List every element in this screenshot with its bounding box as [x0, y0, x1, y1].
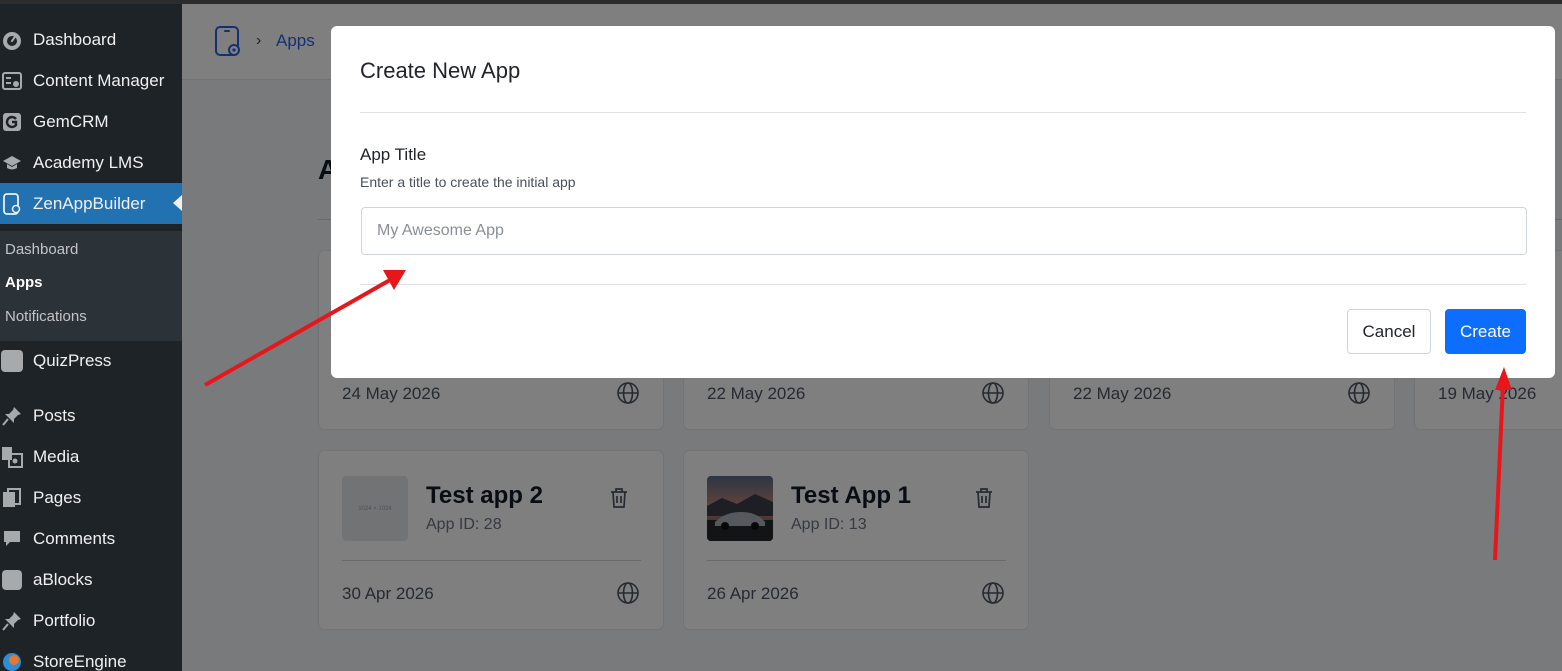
cancel-button[interactable]: Cancel [1347, 309, 1431, 354]
submenu-item-dashboard[interactable]: Dashboard [5, 241, 78, 258]
sidebar-item-media[interactable]: Media [0, 436, 182, 477]
sidebar-item-label: Portfolio [33, 610, 96, 630]
sidebar-item-label: Academy LMS [33, 152, 144, 172]
sidebar-item-storeengine[interactable]: StoreEngine [0, 641, 182, 671]
pages-icon [1, 487, 23, 509]
divider [360, 284, 1526, 285]
sidebar-item-content-manager[interactable]: Content Manager [0, 60, 182, 101]
admin-sidebar: Dashboard Content Manager GemCRM Academy… [0, 4, 182, 671]
sidebar-item-label: Content Manager [33, 70, 165, 90]
modal-title: Create New App [360, 58, 521, 83]
sidebar-item-label: Dashboard [33, 29, 117, 49]
sidebar-item-label: Comments [33, 528, 116, 548]
submenu-item-notifications[interactable]: Notifications [5, 308, 87, 325]
graduation-cap-icon [1, 152, 23, 174]
ablocks-icon [1, 569, 23, 591]
sidebar-item-label: QuizPress [33, 350, 112, 370]
sidebar-item-comments[interactable]: Comments [0, 518, 182, 559]
sidebar-item-ablocks[interactable]: aBlocks [0, 559, 182, 600]
sidebar-item-label: aBlocks [33, 569, 93, 589]
pin-icon [1, 405, 23, 427]
gemcrm-icon [1, 111, 23, 133]
content-manager-icon [1, 70, 23, 92]
storeengine-icon [1, 651, 23, 671]
sidebar-item-academy-lms[interactable]: Academy LMS [0, 142, 182, 183]
divider [360, 112, 1526, 113]
sidebar-item-pages[interactable]: Pages [0, 477, 182, 518]
sidebar-item-posts[interactable]: Posts [0, 395, 182, 436]
sidebar-item-label: ZenAppBuilder [33, 193, 146, 213]
sidebar-item-quizpress[interactable]: QuizPress [0, 340, 182, 381]
sidebar-item-label: Media [33, 446, 80, 466]
sidebar-item-gemcrm[interactable]: GemCRM [0, 101, 182, 142]
create-button[interactable]: Create [1445, 309, 1526, 354]
app-title-help-text: Enter a title to create the initial app [360, 174, 576, 190]
app-builder-icon [1, 192, 23, 215]
quizpress-icon [1, 349, 23, 372]
app-title-label: App Title [360, 145, 427, 164]
app-title-input[interactable] [361, 207, 1527, 255]
submenu-item-apps[interactable]: Apps [5, 274, 43, 291]
sidebar-item-dashboard[interactable]: Dashboard [0, 19, 182, 60]
sidebar-item-label: StoreEngine [33, 651, 127, 671]
media-icon [1, 446, 23, 468]
sidebar-item-portfolio[interactable]: Portfolio [0, 600, 182, 641]
dashboard-icon [1, 29, 23, 51]
sidebar-item-label: Posts [33, 405, 76, 425]
comment-icon [1, 528, 23, 550]
create-app-modal: Create New App App Title Enter a title t… [331, 26, 1555, 378]
sidebar-item-label: Pages [33, 487, 82, 507]
pin-icon [1, 610, 23, 632]
sidebar-item-label: GemCRM [33, 111, 109, 131]
sidebar-submenu: Dashboard Apps Notifications [0, 231, 182, 341]
sidebar-item-zenappbuilder[interactable]: ZenAppBuilder [0, 183, 182, 224]
